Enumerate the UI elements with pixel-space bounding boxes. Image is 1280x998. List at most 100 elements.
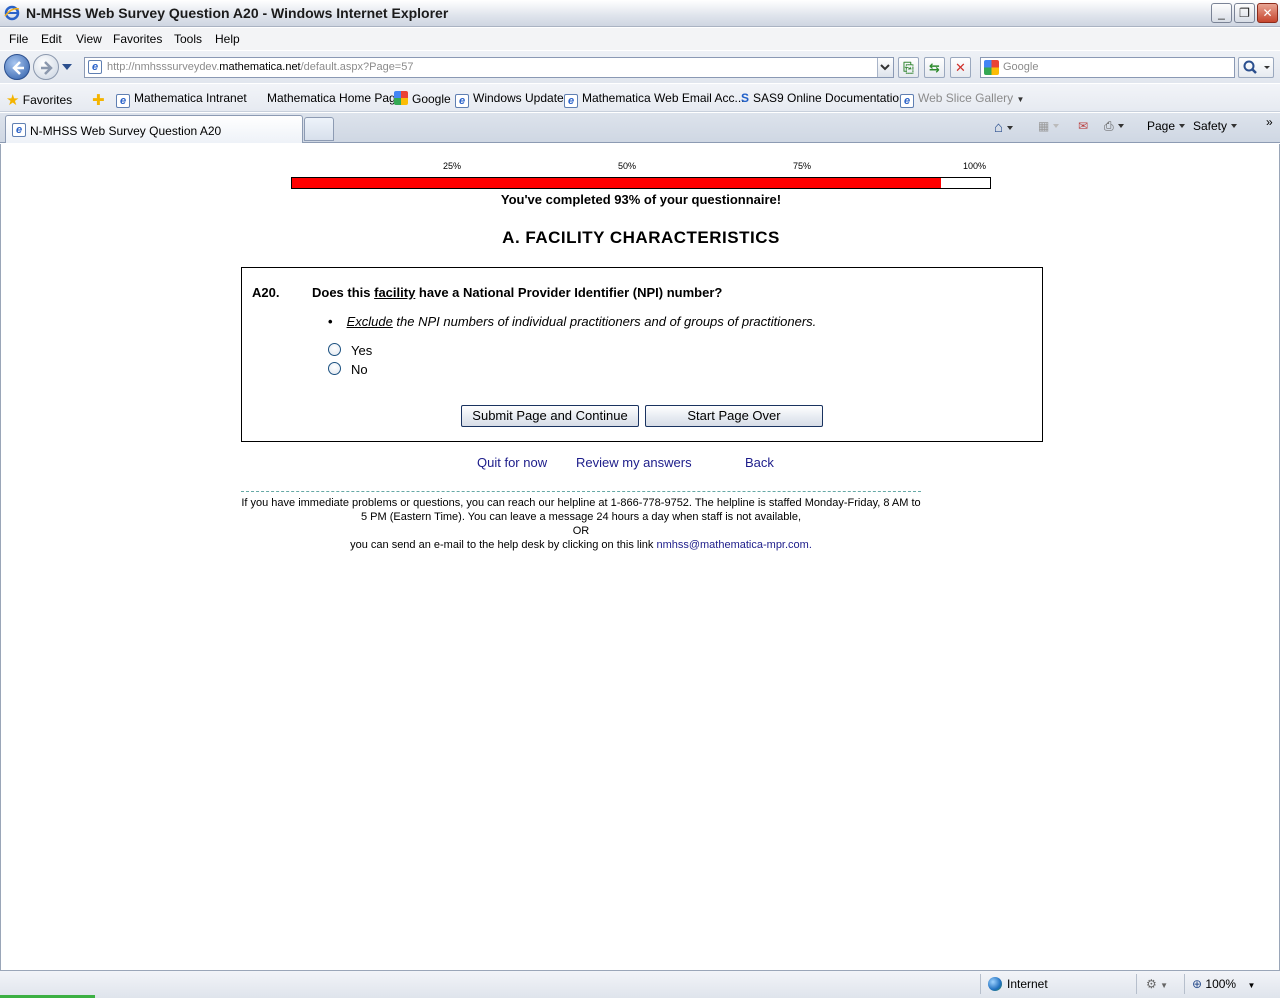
menu-help[interactable]: Help (215, 32, 240, 46)
add-to-favorites-bar-button[interactable]: ✚ (92, 91, 105, 109)
section-title: A. FACILITY CHARACTERISTICS (502, 228, 780, 247)
progress-bar (291, 177, 991, 189)
sas-icon: S (741, 91, 750, 105)
search-icon (1243, 60, 1270, 74)
review-answers-link[interactable]: Review my answers (576, 455, 692, 470)
mail-icon: ✉ (1078, 119, 1089, 133)
radio-no[interactable] (328, 362, 341, 375)
compatibility-view-button[interactable]: ⎘ (898, 57, 919, 78)
help-line: If you have immediate problems or questi… (241, 497, 921, 523)
chevron-down-icon (1007, 126, 1014, 130)
menu-file[interactable]: File (9, 32, 28, 46)
radio-yes[interactable] (328, 343, 341, 356)
feeds-button[interactable]: ▦ (1038, 119, 1060, 133)
progress-message: You've completed 93% of your questionnai… (500, 192, 782, 207)
star-icon: ★ (6, 92, 20, 109)
fav-link-google[interactable]: Google (394, 91, 451, 106)
address-url[interactable]: http://nmhsssurveydev.mathematica.net/de… (107, 61, 413, 73)
ie-page-icon: e (564, 94, 578, 108)
back-button[interactable] (4, 54, 30, 80)
progress-tick-50: 50% (618, 161, 637, 171)
search-button[interactable] (1238, 57, 1274, 78)
stop-button[interactable]: ✕ (950, 57, 971, 78)
home-icon: ⌂ (994, 119, 1004, 136)
window-titlebar: N-MHSS Web Survey Question A20 - Windows… (0, 0, 1280, 27)
page-viewport: 25% 50% 75% 100% You've completed 93% of… (0, 144, 1280, 970)
ie-page-icon: e (116, 94, 130, 108)
question-number: A20. (252, 285, 280, 300)
security-zone[interactable]: Internet (988, 977, 1048, 991)
ie-page-icon: e (12, 123, 26, 137)
zoom-level-button[interactable]: ⊕ 100% ▼ (1192, 977, 1255, 991)
fav-link-web-email[interactable]: e Mathematica Web Email Acc... (564, 91, 745, 108)
menu-bar: File Edit View Favorites Tools Help (0, 28, 1280, 50)
forward-button[interactable] (33, 54, 59, 80)
minimize-button[interactable]: _ (1211, 3, 1232, 23)
option-no[interactable]: No (328, 362, 368, 377)
search-placeholder: Google (1003, 61, 1039, 73)
fav-link-windows-update[interactable]: e Windows Update (455, 91, 564, 108)
menu-view[interactable]: View (76, 32, 102, 46)
protected-mode-button[interactable]: ⚙ ▼ (1146, 977, 1168, 991)
page-menu-button[interactable]: Page (1147, 119, 1186, 133)
option-yes-label: Yes (351, 343, 373, 358)
back-arrow-icon (12, 61, 24, 75)
chevron-down-icon: ▼ (1160, 981, 1169, 990)
help-text: If you have immediate problems or questi… (238, 496, 924, 552)
start-page-over-button[interactable]: Start Page Over (645, 405, 823, 427)
chevron-down-icon (1117, 124, 1124, 128)
more-commands-button[interactable]: » (1266, 115, 1273, 129)
page-icon: e (88, 60, 102, 74)
refresh-icon: ⇆ (929, 60, 940, 75)
tab-bar: e N-MHSS Web Survey Question A20 ⌂ ▦ ✉ ⎙… (0, 113, 1280, 143)
recent-pages-dropdown[interactable] (62, 64, 72, 70)
tab-title: N-MHSS Web Survey Question A20 (30, 124, 222, 138)
address-bar[interactable]: e http://nmhsssurveydev.mathematica.net/… (84, 57, 894, 78)
submit-continue-button[interactable]: Submit Page and Continue (461, 405, 639, 427)
favorites-button[interactable]: ★ Favorites (6, 91, 72, 109)
globe-icon (988, 977, 1002, 991)
fav-link-web-slice-gallery[interactable]: e Web Slice Gallery ▼ (900, 91, 1024, 108)
add-favorite-icon: ✚ (92, 92, 105, 109)
fav-link-mathematica-home[interactable]: Mathematica Home Page (267, 91, 402, 105)
helpdesk-email-link[interactable]: nmhss@mathematica-mpr.com. (656, 539, 811, 551)
forward-arrow-icon (41, 61, 53, 75)
safety-menu-button[interactable]: Safety (1193, 119, 1238, 133)
restore-button[interactable]: ❐ (1234, 3, 1255, 23)
ie-page-icon: e (900, 94, 914, 108)
help-email-line: you can send an e-mail to the help desk … (350, 539, 812, 551)
favorites-bar: ★ Favorites ✚ e Mathematica Intranet Math… (0, 84, 1280, 112)
google-icon (984, 60, 999, 75)
option-no-label: No (351, 362, 368, 377)
search-box[interactable]: Google (980, 57, 1235, 78)
status-separator (980, 974, 981, 994)
back-link[interactable]: Back (745, 455, 774, 470)
fav-link-mathematica-intranet[interactable]: e Mathematica Intranet (116, 91, 247, 108)
status-separator (1184, 974, 1185, 994)
chevron-down-icon (1231, 124, 1238, 128)
help-or: OR (572, 525, 590, 537)
quit-for-now-link[interactable]: Quit for now (477, 455, 547, 470)
internet-explorer-icon (4, 5, 20, 21)
fav-link-sas9-docs[interactable]: S SAS9 Online Documentation (741, 91, 906, 105)
option-yes[interactable]: Yes (328, 343, 372, 358)
printer-icon: ⎙ (1104, 119, 1114, 133)
tab-active[interactable]: e N-MHSS Web Survey Question A20 (5, 115, 303, 143)
google-icon (394, 91, 408, 105)
stop-icon: ✕ (955, 60, 966, 75)
menu-tools[interactable]: Tools (174, 32, 202, 46)
home-button[interactable]: ⌂ (994, 119, 1014, 136)
question-instruction: • Exclude the NPI numbers of individual p… (328, 314, 817, 329)
close-window-button[interactable]: ✕ (1257, 3, 1278, 23)
address-dropdown-button[interactable] (877, 58, 893, 77)
rss-feed-icon: ▦ (1038, 119, 1050, 133)
protected-mode-icon: ⚙ (1146, 977, 1157, 991)
chevron-down-icon (1053, 124, 1060, 128)
menu-edit[interactable]: Edit (41, 32, 62, 46)
menu-favorites[interactable]: Favorites (113, 32, 162, 46)
read-mail-button[interactable]: ✉ (1078, 119, 1088, 133)
progress-tick-25: 25% (443, 161, 462, 171)
new-tab-button[interactable] (304, 117, 334, 141)
refresh-button[interactable]: ⇆ (924, 57, 945, 78)
print-button[interactable]: ⎙ (1104, 119, 1124, 134)
